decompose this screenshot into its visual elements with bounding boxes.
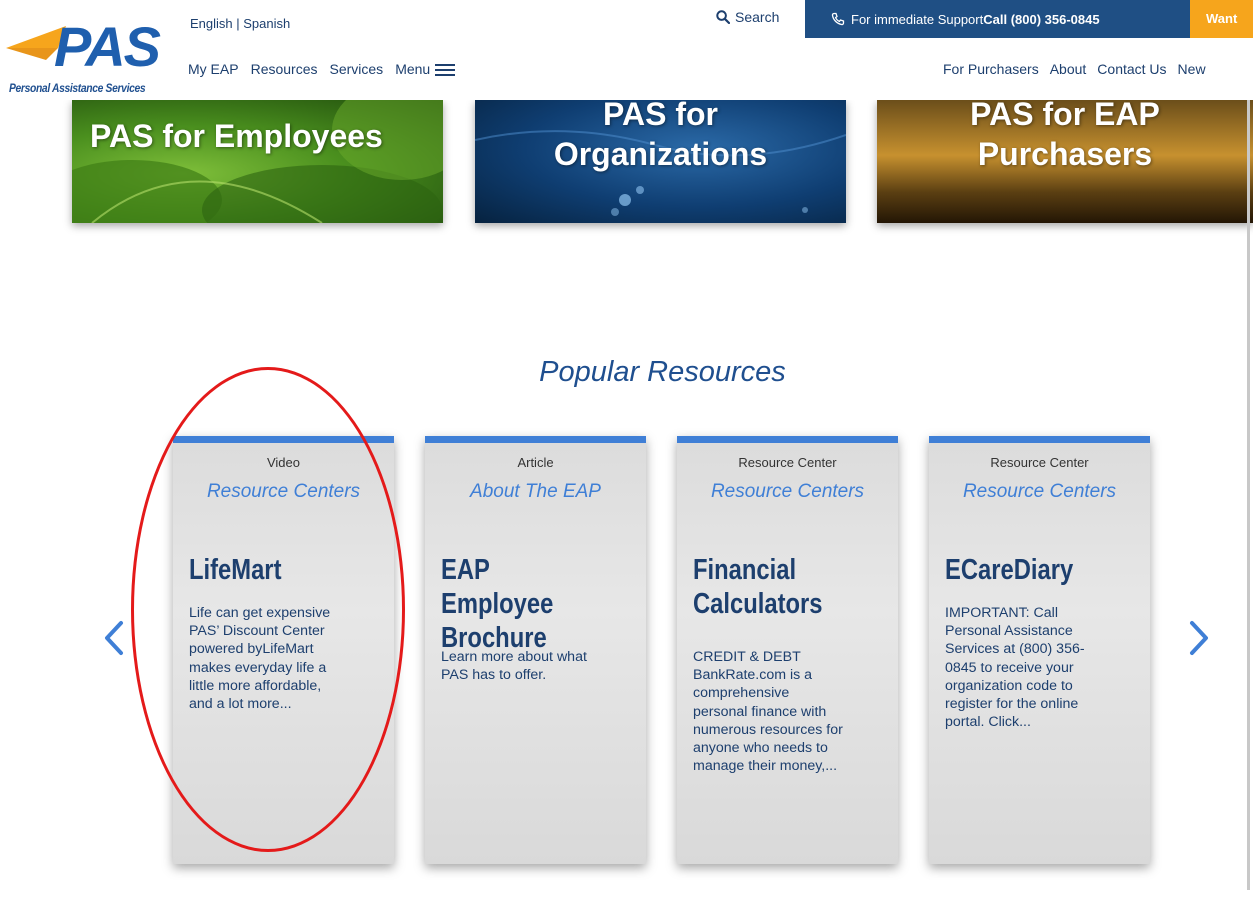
card-category[interactable]: Resource Centers xyxy=(173,481,394,503)
search-button[interactable]: Search xyxy=(716,9,779,25)
card-title[interactable]: LifeMart xyxy=(189,553,353,587)
card-title[interactable]: ECareDiary xyxy=(945,553,1109,587)
card-category[interactable]: Resource Centers xyxy=(929,481,1150,503)
hero-tile-organizations-title-line1: PAS for xyxy=(603,100,718,132)
chevron-right-icon[interactable] xyxy=(1188,620,1210,656)
nav-menu-button[interactable]: Menu xyxy=(395,61,456,77)
section-title: Popular Resources xyxy=(539,356,786,388)
nav-services[interactable]: Services xyxy=(330,61,384,77)
nav-for-purchasers[interactable]: For Purchasers xyxy=(943,61,1039,77)
pas-logo-icon: PAS xyxy=(6,15,163,74)
card-description: Life can get expensive PAS’ Discount Cent… xyxy=(189,605,331,713)
primary-nav: My EAP Resources Services Menu xyxy=(188,61,456,77)
search-label: Search xyxy=(735,9,780,25)
support-bar[interactable]: For immediate Support Call (800) 356-0845 xyxy=(805,0,1190,38)
card-category[interactable]: About The EAP xyxy=(425,481,646,503)
page-scrollbar[interactable] xyxy=(1247,100,1250,890)
language-switcher: English | Spanish xyxy=(190,16,290,31)
resource-card-financial-calculators[interactable]: Resource Center Resource Centers Financi… xyxy=(677,436,898,864)
logo-tagline: Personal Assistance Services xyxy=(9,81,146,95)
logo-text: PAS xyxy=(54,15,161,74)
card-type: Article xyxy=(517,455,554,470)
nav-new[interactable]: New xyxy=(1178,61,1206,77)
hero-tile-employees[interactable]: PAS for Employees xyxy=(72,100,443,223)
lang-english-link[interactable]: English xyxy=(190,16,233,31)
card-description: IMPORTANT: Call Personal Assistance Servic… xyxy=(945,605,1085,731)
site-header: PAS Personal Assistance Services English… xyxy=(0,0,1253,100)
resource-card-lifemart[interactable]: Video Resource Centers LifeMart Life can… xyxy=(173,436,394,864)
hamburger-icon xyxy=(435,63,456,76)
nav-resources[interactable]: Resources xyxy=(251,61,318,77)
support-phone[interactable]: Call (800) 356-0845 xyxy=(983,12,1099,27)
nav-my-eap[interactable]: My EAP xyxy=(188,61,239,77)
hero-tile-employees-title: PAS for Employees xyxy=(90,118,383,154)
card-description: Learn more about what PAS has to offer. xyxy=(441,649,587,684)
hero-tile-organizations[interactable]: PAS for Organizations xyxy=(475,100,846,223)
secondary-nav: For Purchasers About Contact Us New xyxy=(943,61,1206,77)
resource-card-ecarediary[interactable]: Resource Center Resource Centers ECareDi… xyxy=(929,436,1150,864)
nav-about[interactable]: About xyxy=(1050,61,1087,77)
resource-card-eap-brochure[interactable]: Article About The EAP EAP Employee Brochu… xyxy=(425,436,646,864)
phone-icon xyxy=(831,12,845,26)
support-text: For immediate Support xyxy=(851,11,984,27)
nav-contact-us[interactable]: Contact Us xyxy=(1097,61,1166,77)
nav-menu-label: Menu xyxy=(395,61,431,77)
card-description: CREDIT & DEBT BankRate.com is a comprehens… xyxy=(693,649,843,775)
lang-separator: | xyxy=(232,16,244,31)
card-type: Video xyxy=(266,455,300,470)
pas-logo[interactable]: PAS Personal Assistance Services xyxy=(6,14,176,95)
hero-tile-purchasers-title-line2: Purchasers xyxy=(977,136,1153,172)
hero-tile-purchasers[interactable]: PAS for EAP Purchasers xyxy=(877,100,1253,223)
card-type: Resource Center xyxy=(990,455,1089,470)
lang-spanish-link[interactable]: Spanish xyxy=(243,16,290,31)
card-title[interactable]: Financial Calculators xyxy=(693,553,857,621)
hero-tile-organizations-title-line2: Organizations xyxy=(553,136,768,172)
search-icon xyxy=(716,10,730,24)
chevron-left-icon[interactable] xyxy=(103,620,125,656)
want-button[interactable]: Want xyxy=(1190,0,1253,38)
card-type: Resource Center xyxy=(738,455,837,470)
card-title[interactable]: EAP Employee Brochure xyxy=(441,553,605,655)
hero-tile-purchasers-title-line1: PAS for EAP xyxy=(970,100,1160,132)
card-category[interactable]: Resource Centers xyxy=(677,481,898,503)
